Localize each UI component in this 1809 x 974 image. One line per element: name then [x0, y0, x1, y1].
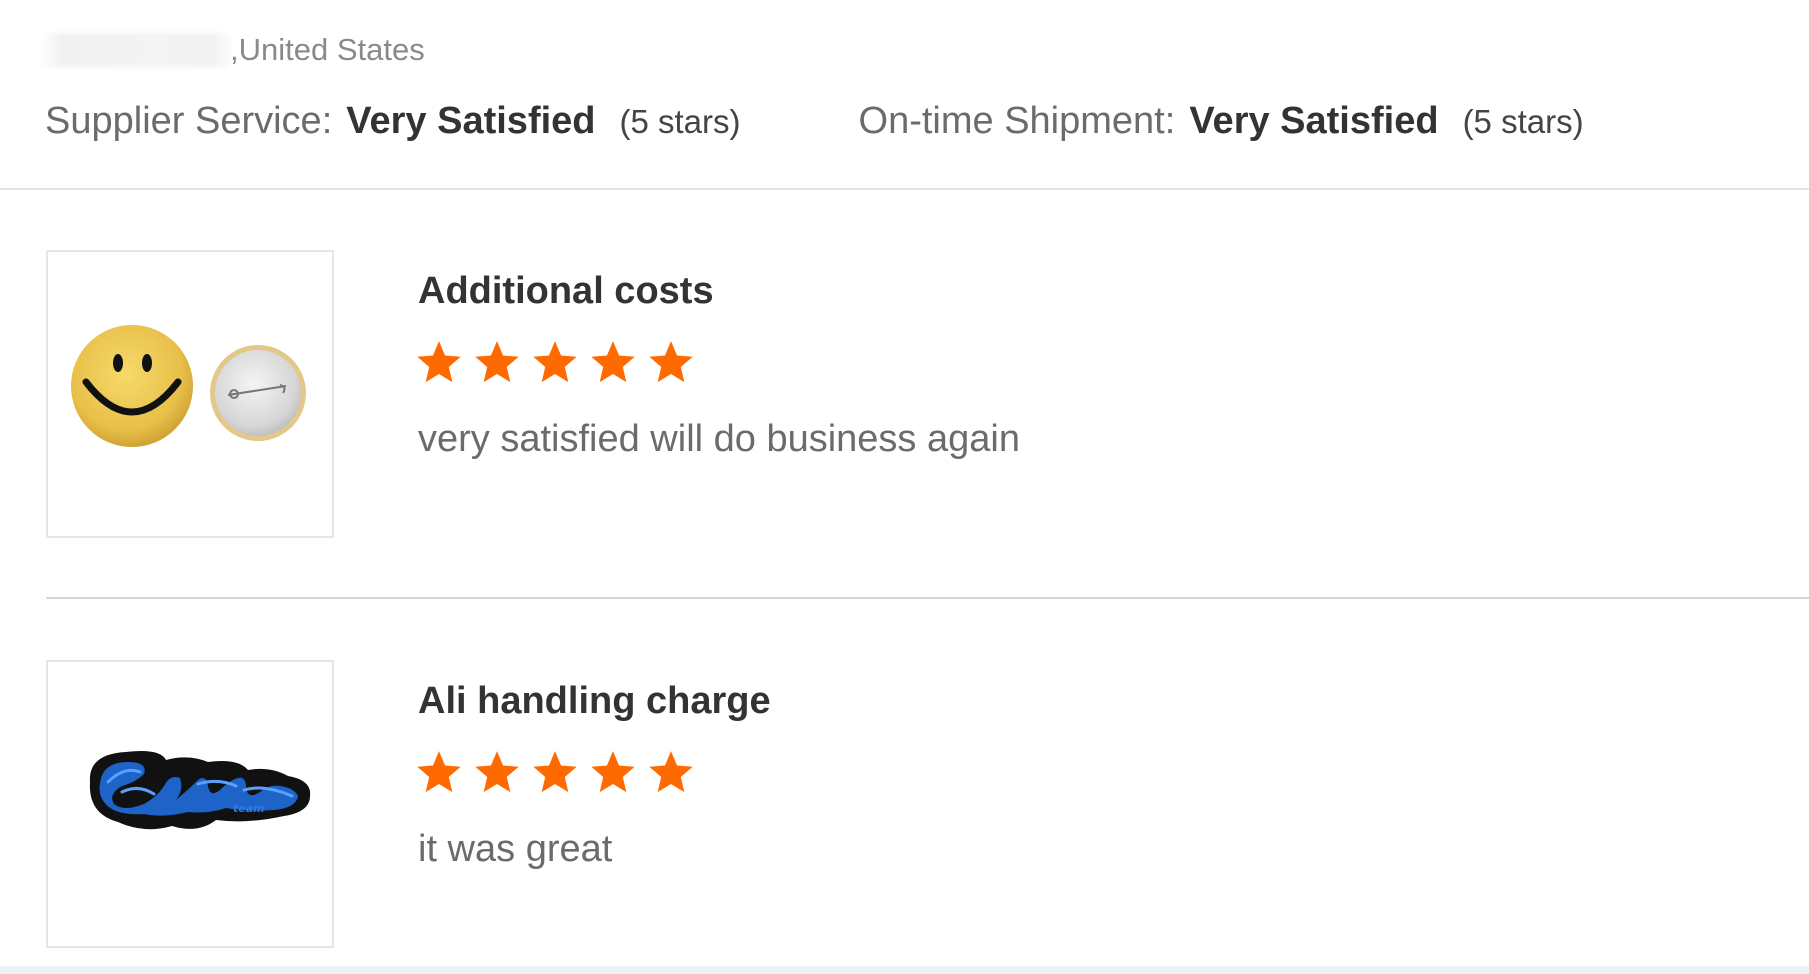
- star-icon: [475, 341, 519, 383]
- star-icon: [591, 341, 635, 383]
- on-time-shipment-label: On-time Shipment:: [858, 99, 1176, 142]
- review-star-rating: [414, 748, 696, 798]
- review-comment: it was great: [418, 828, 613, 870]
- review-item: team Ali handling charge it was great: [0, 660, 1809, 952]
- star-icon: [649, 751, 693, 793]
- svg-text:team: team: [233, 802, 265, 815]
- on-time-shipment-value: Very Satisfied: [1189, 99, 1439, 142]
- review-page: ,United States Supplier Service: Very Sa…: [0, 0, 1809, 974]
- header-divider: [0, 188, 1809, 190]
- reviewer-location: ,United States: [230, 32, 425, 67]
- smiley-button-pin-image: [71, 325, 306, 447]
- review-star-rating: [414, 338, 696, 388]
- supplier-service-rating: Supplier Service: Very Satisfied (5 star…: [45, 100, 741, 143]
- star-icon: [417, 751, 461, 793]
- supplier-service-stars-note: (5 stars): [619, 102, 741, 140]
- supplier-service-value: Very Satisfied: [346, 99, 596, 142]
- review-item: Additional costs very satisfied will do …: [0, 250, 1809, 542]
- on-time-shipment-stars-note: (5 stars): [1462, 102, 1584, 140]
- star-icon: [591, 751, 635, 793]
- review-comment: very satisfied will do business again: [418, 418, 1020, 460]
- on-time-shipment-rating: On-time Shipment: Very Satisfied (5 star…: [859, 100, 1584, 143]
- supplier-service-label: Supplier Service:: [45, 99, 333, 142]
- review-divider: [46, 597, 1809, 599]
- review-title: Ali handling charge: [418, 680, 771, 722]
- product-thumbnail[interactable]: [46, 250, 334, 538]
- star-icon: [417, 341, 461, 383]
- star-icon: [475, 751, 519, 793]
- star-icon: [649, 341, 693, 383]
- bottom-border: [0, 966, 1809, 974]
- star-icon: [533, 341, 577, 383]
- product-thumbnail[interactable]: team: [46, 660, 334, 948]
- review-title: Additional costs: [418, 270, 714, 312]
- reviewer-info: ,United States: [40, 30, 425, 70]
- reviewer-name-redacted: [40, 33, 230, 67]
- star-icon: [533, 751, 577, 793]
- overall-ratings: Supplier Service: Very Satisfied (5 star…: [45, 96, 1584, 146]
- blue-script-pin-image: team: [89, 751, 311, 830]
